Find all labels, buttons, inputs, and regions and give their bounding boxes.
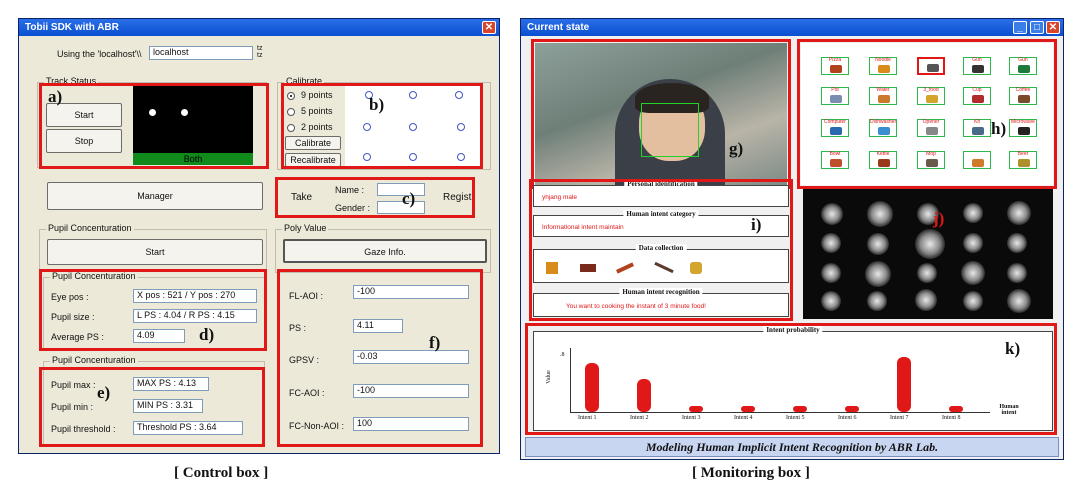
region-g-highlight	[531, 39, 791, 189]
heat-blob-4	[963, 203, 983, 223]
heat-blob-13	[917, 263, 937, 283]
heat-blob-9	[963, 233, 983, 253]
control-titlebar: Tobii SDK with ABR ✕	[19, 19, 499, 36]
pupil-e-title: Pupil Concenturation	[50, 355, 138, 365]
marker-j: j)	[933, 209, 945, 228]
host-extra-label: tz tz	[257, 45, 263, 59]
heat-blob-15	[1007, 263, 1027, 283]
monitor-close-button[interactable]: ✕	[1046, 21, 1060, 34]
heat-blob-17	[867, 291, 887, 311]
marker-f: f)	[429, 333, 441, 352]
close-button[interactable]: ✕	[482, 21, 496, 34]
heat-blob-14	[961, 261, 985, 285]
heat-blob-20	[1007, 289, 1031, 313]
host-field[interactable]: localhost	[149, 46, 253, 60]
marker-c: c)	[402, 189, 416, 208]
monitoring-box-window: Current state _ □ ✕ g) Pizza Noodle Gun …	[520, 18, 1064, 460]
region-a-highlight	[39, 83, 269, 169]
heat-blob-8	[915, 229, 945, 259]
heat-blob-5	[1007, 201, 1031, 225]
gaze-info-button[interactable]: Gaze Info.	[283, 239, 487, 263]
host-label: Using the 'localhost'\\	[57, 49, 142, 59]
monitor-titlebar: Current state _ □ ✕	[521, 19, 1063, 36]
heat-blob-11	[821, 263, 841, 283]
monitor-footer: Modeling Human Implicit Intent Recogniti…	[525, 437, 1059, 457]
control-box-window: Tobii SDK with ABR ✕ Using the 'localhos…	[18, 18, 500, 454]
heat-blob-16	[821, 291, 841, 311]
heat-blob-7	[867, 233, 889, 255]
monitoring-box-caption: [ Monitoring box ]	[692, 465, 810, 481]
region-i-highlight	[529, 179, 793, 321]
region-c-highlight	[275, 177, 475, 218]
monitor-title: Current state	[527, 22, 590, 33]
marker-i: i)	[751, 215, 762, 234]
control-title: Tobii SDK with ABR	[25, 22, 119, 33]
region-h-highlight	[797, 39, 1057, 189]
marker-h: h)	[991, 119, 1007, 138]
heat-blob-6	[821, 233, 841, 253]
pupil-start-button[interactable]: Start	[47, 239, 263, 265]
heat-blob-2	[867, 201, 893, 227]
heat-blob-1	[821, 203, 843, 225]
region-f-highlight	[277, 269, 483, 447]
heat-blob-19	[963, 291, 983, 311]
control-box-caption: [ Control box ]	[174, 465, 269, 481]
marker-e: e)	[97, 383, 111, 402]
marker-b: b)	[369, 95, 385, 114]
gaze-heatmap	[803, 189, 1053, 319]
marker-d: d)	[199, 325, 215, 344]
region-d-highlight	[39, 269, 267, 351]
poly-title: Poly Value	[282, 223, 329, 233]
pupil-group-title: Pupil Concenturation	[46, 223, 134, 233]
manager-button[interactable]: Manager	[47, 182, 263, 210]
minimize-button[interactable]: _	[1013, 21, 1027, 34]
region-e-highlight	[39, 367, 265, 447]
heat-blob-12	[865, 261, 891, 287]
marker-k: k)	[1005, 339, 1021, 358]
heat-blob-10	[1007, 233, 1027, 253]
heat-blob-18	[915, 289, 937, 311]
marker-g: g)	[729, 139, 744, 158]
marker-a: a)	[48, 87, 63, 106]
maximize-button[interactable]: □	[1030, 21, 1044, 34]
region-k-highlight	[525, 323, 1057, 435]
